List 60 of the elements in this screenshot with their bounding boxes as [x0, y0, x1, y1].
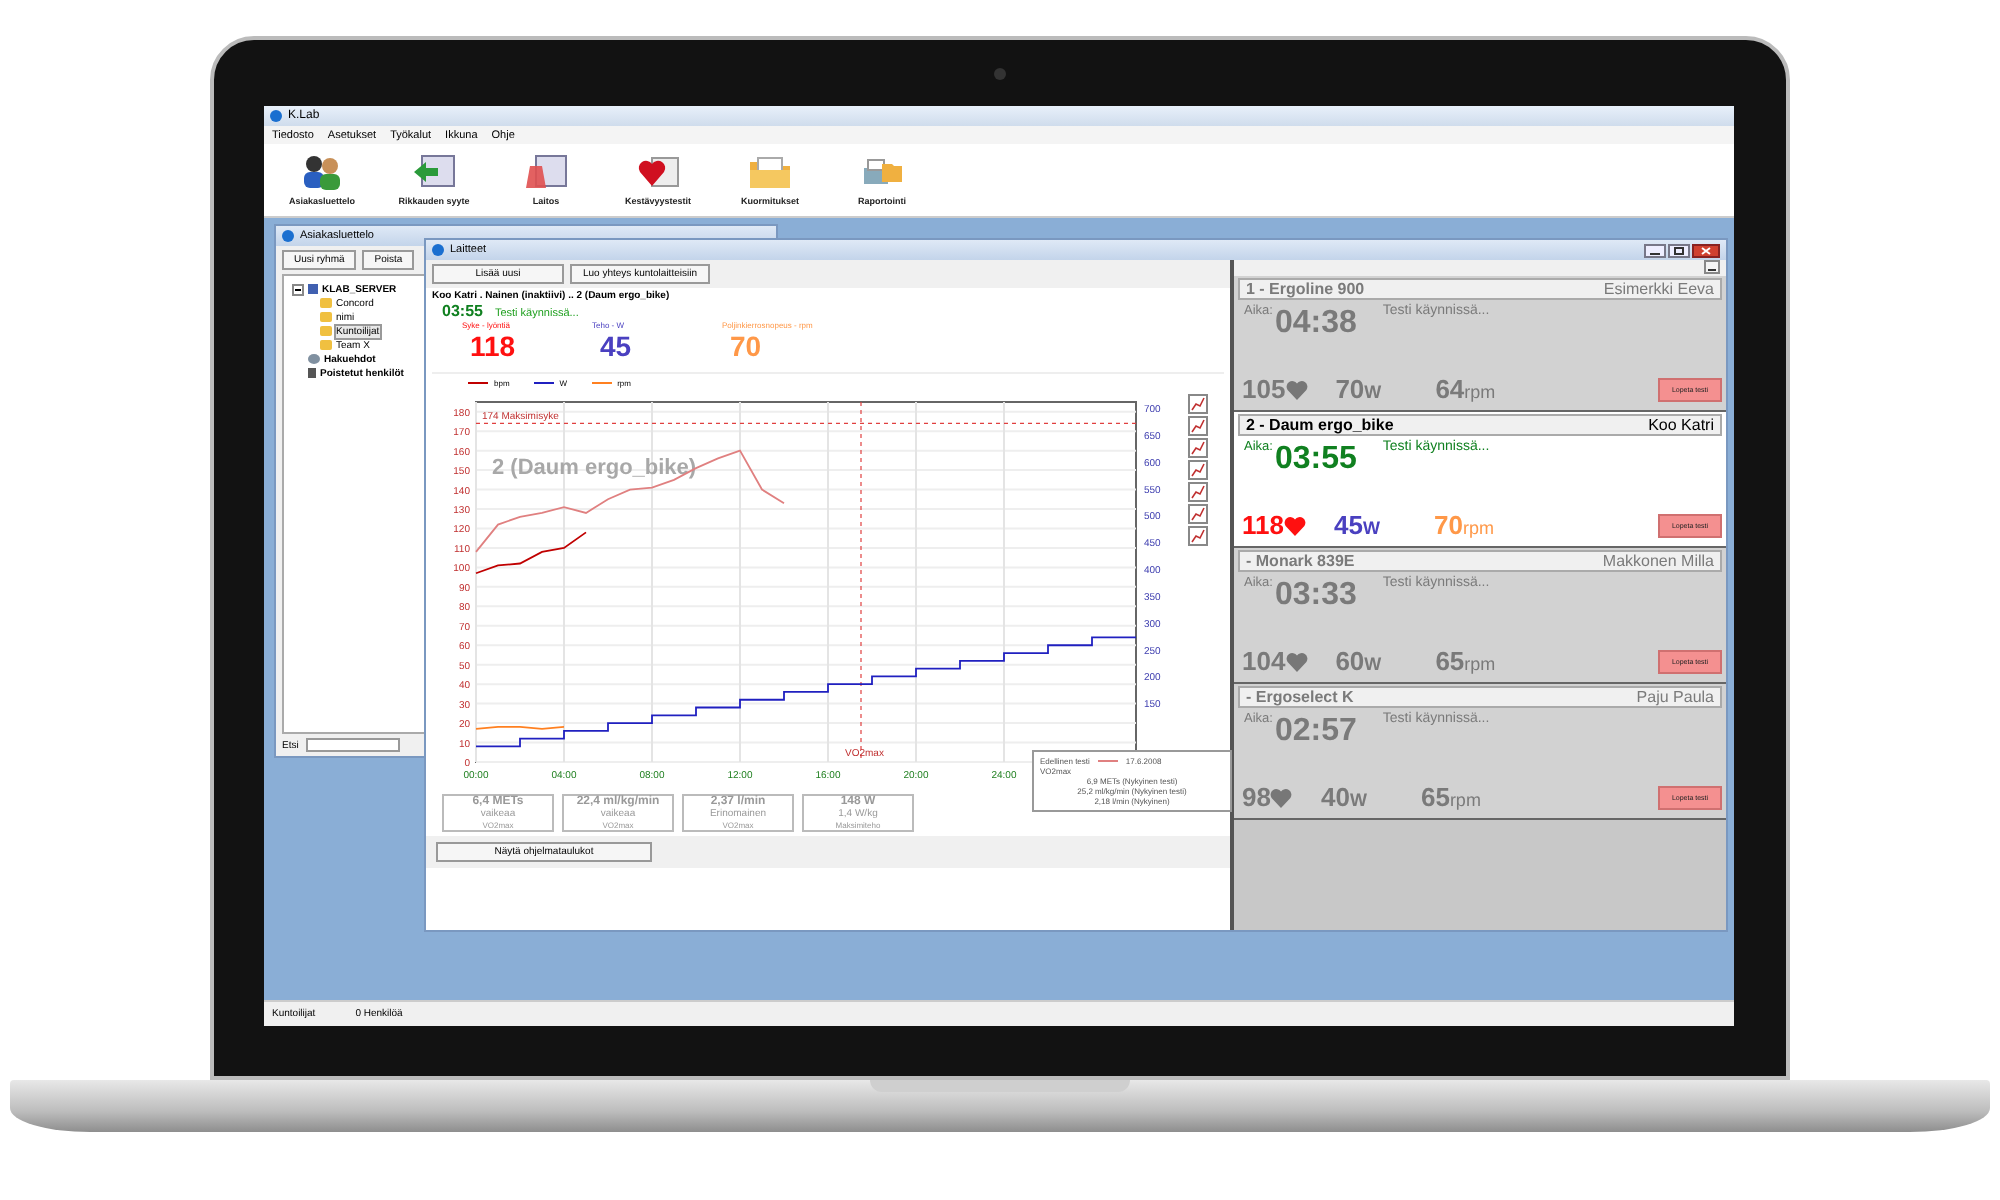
server-icon: [308, 284, 318, 294]
people-icon: [300, 154, 344, 190]
elapsed-time: 04:38: [1274, 306, 1357, 342]
chart-tool-icon[interactable]: [1188, 438, 1208, 458]
device-name: - Ergoselect K: [1246, 688, 1354, 706]
person-name: Koo Katri: [1648, 416, 1714, 434]
heart-icon: [1285, 651, 1308, 671]
chart-tool-icon[interactable]: [1188, 416, 1208, 436]
heart-rate: 118: [1242, 510, 1284, 540]
person-name: Esimerkki Eeva: [1603, 280, 1714, 298]
power-value: 45W: [1333, 510, 1382, 540]
person-name: Paju Paula: [1636, 688, 1714, 706]
app-logo-icon: [270, 110, 282, 122]
heart-rate: 104: [1242, 646, 1286, 676]
device-name: 2 - Daum ergo_bike: [1246, 416, 1394, 434]
cadence-value: 65rpm: [1435, 646, 1496, 676]
chart-tool-icon[interactable]: [1188, 394, 1208, 414]
heart-rate: 105: [1242, 374, 1286, 404]
heart-icon: [1283, 515, 1306, 535]
folder-icon: [748, 154, 792, 190]
chart-tool-icon[interactable]: [1188, 504, 1208, 524]
metric-value: 45: [598, 330, 632, 362]
metric-value: 70: [728, 330, 762, 362]
elapsed-time: 03:55: [442, 302, 483, 320]
app-logo-icon: [432, 244, 444, 256]
device-name: - Monark 839E: [1246, 552, 1355, 570]
power-value: 40W: [1320, 782, 1369, 812]
person-name: Makkonen Milla: [1602, 552, 1714, 570]
legend-line: [468, 381, 488, 383]
chart-tool-icon[interactable]: [1188, 460, 1208, 480]
chart-tool-icon[interactable]: [1188, 526, 1208, 546]
search-field[interactable]: [306, 738, 401, 752]
power-value: 60W: [1335, 646, 1384, 676]
legend-line: [591, 381, 612, 383]
cadence-value: 70rpm: [1433, 510, 1494, 540]
heart-icon: [1285, 379, 1308, 399]
elapsed-time: 03:55: [1274, 442, 1357, 478]
close-icon[interactable]: [1692, 243, 1720, 257]
app-logo-icon: [282, 230, 294, 242]
legend-line: [1097, 760, 1118, 762]
elapsed-time: 02:57: [1274, 714, 1357, 750]
expander-icon[interactable]: [292, 283, 304, 295]
arrow-icon: [412, 154, 456, 190]
chart-tool-icon[interactable]: [1188, 482, 1208, 502]
printer-icon: [860, 154, 904, 190]
heart-rate: 98: [1242, 782, 1271, 812]
elapsed-time: 03:33: [1274, 578, 1357, 614]
cadence-value: 64rpm: [1435, 374, 1496, 404]
heart-icon: [636, 154, 680, 190]
device-name: 1 - Ergoline 900: [1246, 280, 1365, 298]
minimize-icon[interactable]: [1644, 243, 1666, 257]
minimize-icon[interactable]: [1704, 260, 1720, 274]
heart-icon: [1270, 787, 1293, 807]
chart-watermark: 2 (Daum ergo_bike): [492, 456, 697, 480]
camera-icon: [994, 68, 1006, 80]
cadence-value: 65rpm: [1420, 782, 1481, 812]
maximize-icon[interactable]: [1668, 243, 1690, 257]
legend-line: [533, 381, 554, 383]
power-value: 70W: [1335, 374, 1384, 404]
metric-value: 118: [468, 330, 516, 362]
